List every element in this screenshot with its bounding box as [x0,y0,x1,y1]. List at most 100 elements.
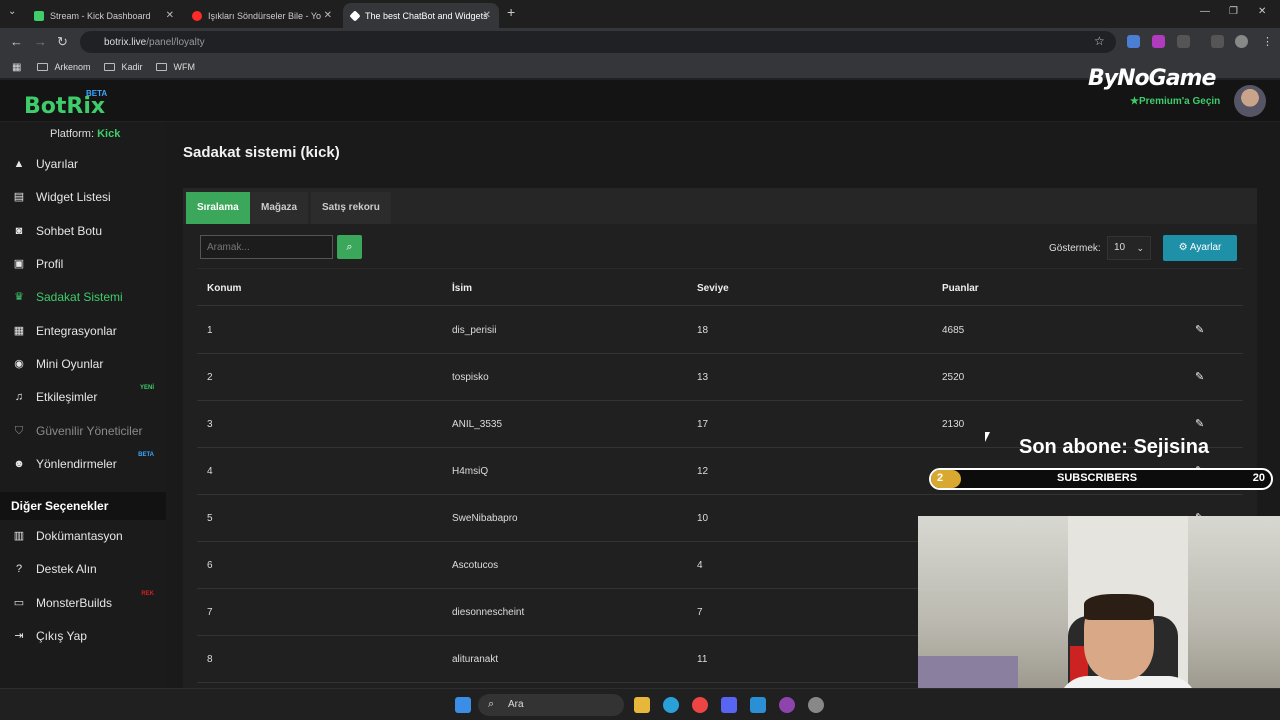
minimize-icon[interactable]: — [1200,6,1210,17]
profile-icon[interactable] [1235,35,1248,48]
bynogame-sponsor-logo[interactable]: ByNoGame [1088,66,1216,91]
sidebar-item-widget-listesi[interactable]: ▤ Widget Listesi [12,185,162,209]
col-seviye[interactable]: Seviye [697,283,729,294]
sidebar-item-sadakat-sistemi[interactable]: ♛ Sadakat Sistemi [12,285,162,309]
cell-name: diesonnescheint [452,607,525,618]
sidebar-item-monsterbuilds[interactable]: ▭ MonsterBuilds REK [12,591,162,615]
cell-level: 4 [697,560,703,571]
reading-list-icon[interactable] [1211,35,1224,48]
cell-level: 11 [697,654,708,665]
sidebar-item-yonlendirmeler[interactable]: ☻ Yönlendirmeler BETA [12,452,162,476]
subscriber-goal: 20 [1252,472,1265,484]
close-tab-icon[interactable]: ✕ [483,10,491,21]
tab-satis-rekoru[interactable]: Satış rekoru [311,192,391,224]
cell-points: 2130 [942,419,965,430]
back-icon[interactable]: ← [10,34,23,49]
cell-level: 13 [697,372,709,383]
windows-start-icon[interactable] [455,697,471,713]
settings-button[interactable]: ⚙ Ayarlar [1163,235,1237,261]
table-row: 1 dis_perisii 18 4685 ✎ [197,307,1243,354]
sidebar-item-profil[interactable]: ▣ Profil [12,252,162,276]
cell-name: Ascotucos [452,560,499,571]
tab-siralama[interactable]: Sıralama [186,192,250,224]
cell-name: SweNibabapro [452,513,518,524]
extensions-puzzle-icon[interactable] [1177,35,1190,48]
maximize-icon[interactable]: ❐ [1229,6,1238,17]
cell-name: H4msiQ [452,466,489,477]
sidebar-item-etkilesimler[interactable]: ♫ Etkileşimler YENİ [12,385,162,409]
sidebar-item-guvenilir-yoneticiler[interactable]: ⛉ Güvenilir Yöneticiler [12,419,162,443]
tab-title: The best ChatBot and Widgets [365,10,488,21]
translate-extension-icon[interactable] [1127,35,1140,48]
bookmark-wfm[interactable]: WFM [156,62,195,72]
forward-icon[interactable]: → [34,34,47,49]
reload-icon[interactable]: ↻ [57,34,68,50]
apps-grid-icon[interactable]: ▦ [12,62,21,73]
url-path: /panel/loyalty [146,36,205,48]
search-icon: ⌕ [346,241,353,253]
vscode-icon[interactable] [750,697,766,713]
discord-icon[interactable] [721,697,737,713]
browser-tab-kick[interactable]: Stream - Kick Dashboard ✕ [26,3,182,28]
sidebar-item-destek-alin[interactable]: ? Destek Alın [12,557,162,581]
kick-favicon-icon [34,10,44,21]
cell-level: 18 [697,325,709,336]
premium-link[interactable]: ★Premium'a Geçin [1130,96,1220,107]
col-konum[interactable]: Konum [207,283,241,294]
url-field[interactable]: botrix.live/panel/loyalty [80,31,1116,53]
menu-icon[interactable]: ⋮ [1262,35,1275,48]
cell-level: 10 [697,513,709,524]
premium-label: Premium'a Geçin [1138,96,1221,107]
edge-icon[interactable] [663,697,679,713]
sidebar-item-mini-oyunlar[interactable]: ◉ Mini Oyunlar [12,352,162,376]
gamepad-icon: ◉ [14,358,24,370]
chevron-down-icon: ⌄ [1136,243,1144,253]
close-tab-icon[interactable]: ✕ [166,10,174,21]
taskbar-search[interactable]: Ara [478,694,624,716]
cell-position: 6 [207,560,213,571]
bookmark-kadir[interactable]: Kadir [104,62,142,72]
cell-name: tospisko [452,372,489,383]
sidebar-item-label: Etkileşimler [36,390,98,404]
bookmark-label: Arkenom [54,62,91,72]
grid-icon: ▤ [13,191,25,203]
github-icon[interactable] [779,697,795,713]
trophy-icon: ♛ [14,291,24,303]
file-explorer-icon[interactable] [634,697,650,713]
tab-search-icon[interactable]: ⌄ [8,6,16,17]
obs-icon[interactable] [808,697,824,713]
edit-icon[interactable]: ✎ [1195,323,1204,336]
bookmark-star-icon[interactable]: ☆ [1094,34,1105,48]
platform-indicator: Platform: Kick [50,128,120,140]
search-button[interactable]: ⌕ [337,235,362,259]
logout-icon: ⇥ [14,630,24,642]
user-avatar[interactable] [1234,85,1266,117]
chrome-icon[interactable] [692,697,708,713]
edit-icon[interactable]: ✎ [1195,417,1204,430]
close-tab-icon[interactable]: ✕ [324,10,332,21]
page-size-select[interactable]: 10 ⌄ [1107,236,1151,260]
subscriber-count: 2 [937,472,944,484]
sidebar-item-entegrasyonlar[interactable]: ▦ Entegrasyonlar [12,319,162,343]
tab-magaza[interactable]: Mağaza [250,192,309,224]
webcam-person-hair [1084,594,1154,620]
browser-tab-youtube[interactable]: Işıkları Söndürseler Bile - Yo ✕ [184,3,340,28]
col-puanlar[interactable]: Puanlar [942,283,979,294]
search-input[interactable] [200,235,333,259]
window-close-icon[interactable]: ✕ [1258,6,1266,17]
extension-icon[interactable] [1152,35,1165,48]
bookmark-arkenom[interactable]: Arkenom [37,62,90,72]
sidebar-item-cikis-yap[interactable]: ⇥ Çıkış Yap [12,624,162,648]
sidebar-item-label: Sohbet Botu [36,224,103,238]
col-isim[interactable]: İsim [452,283,472,294]
shield-icon: ⛉ [14,425,24,437]
sidebar-item-dokumantasyon[interactable]: ▥ Dokümantasyon [12,524,162,548]
sidebar-item-uyarilar[interactable]: ▲ Uyarılar [12,152,162,176]
browser-tab-botrix[interactable]: The best ChatBot and Widgets ✕ [343,3,499,28]
edit-icon[interactable]: ✎ [1195,370,1204,383]
bookmark-label: Kadir [121,62,143,72]
sidebar-item-sohbet-botu[interactable]: ◙ Sohbet Botu [12,219,162,243]
cell-position: 3 [207,419,213,430]
new-tab-icon[interactable]: + [507,4,515,20]
search-icon: ⌕ [488,698,495,710]
